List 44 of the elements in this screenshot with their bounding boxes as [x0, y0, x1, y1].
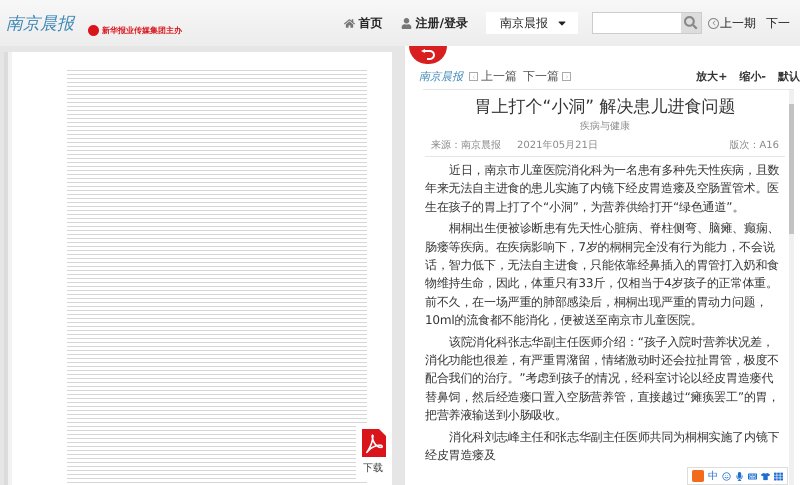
- newspaper-logo: 南京晨报: [6, 12, 74, 34]
- shirt-icon: [761, 472, 770, 480]
- keyboard-icon: [748, 472, 757, 480]
- chevron-left-icon: [469, 72, 478, 81]
- scrollbar[interactable]: [789, 90, 794, 485]
- microphone-icon: [735, 472, 744, 480]
- zoom-link[interactable]: 缩小-: [739, 69, 766, 84]
- section-label: 疾病与健康: [579, 120, 631, 133]
- search-field[interactable]: [592, 12, 702, 34]
- ime-toolbar[interactable]: 中: [687, 467, 788, 485]
- zoom-link[interactable]: 放大+: [696, 69, 728, 84]
- source-text: 来源：南京晨报: [431, 138, 501, 152]
- chevron-left-icon: [708, 18, 719, 28]
- date-text: 2021年05月21日: [517, 139, 598, 152]
- nav-link[interactable]: 首页: [344, 14, 383, 32]
- grid-icon: [774, 472, 783, 480]
- article-paragraph: 消化科刘志峰主任和张志华副主任医师共同为桐桐实施了内镜下经皮胃造瘘及: [425, 428, 780, 464]
- emblem-icon: [88, 24, 99, 36]
- search-button[interactable]: [681, 13, 701, 33]
- zoom-link[interactable]: 默认: [778, 69, 800, 84]
- issue-link[interactable]: 上一期: [708, 14, 756, 32]
- search-icon: [684, 16, 698, 30]
- return-arrow-icon: [421, 49, 435, 61]
- home-icon: [344, 18, 355, 28]
- chevron-right-icon: [562, 72, 571, 81]
- edition-dropdown[interactable]: 南京晨报: [486, 12, 578, 34]
- newspaper-logo: 南京晨报: [419, 69, 463, 84]
- newspaper-page-placeholder[interactable]: [12, 52, 392, 485]
- user-icon: [400, 18, 412, 28]
- page-number: 版次：A16: [729, 139, 779, 152]
- smile-icon: [722, 472, 731, 480]
- article-paragraph: 该院消化科张志华副主任医师介绍：“孩子入院时营养状况差，消化功能也很差，有严重胃潴留，情绪激动时还会拉扯胃管，极度不配合我们的治疗。”考虑到孩子的情况，经科室讨论以经皮胃造瘘代替鼻饲，然后经造瘘口置入空肠营养管，直接越过“瘫痪罢工”的胃，把营养液输送到小肠吸收。: [425, 334, 780, 424]
- article-title: 胃上打个“小洞” 解决患儿进食问题: [473, 96, 737, 118]
- sponsor-text: 新华报业传媒集团主办: [102, 24, 182, 36]
- pdf-icon: [360, 429, 386, 457]
- nav-link[interactable]: 注册/登录: [400, 14, 468, 32]
- ime-logo-icon: [692, 470, 704, 482]
- next-article-link[interactable]: 下一篇: [523, 68, 571, 85]
- back-button[interactable]: [409, 46, 447, 64]
- article-paragraph: 桐桐出生便被诊断患有先天性心脏病、脊柱侧弯、脑瘫、癫痫、肠瘘等疾病。在疾病影响下，7岁的桐桐完全没有行为能力，不会说话，智力低下，无法自主进食，只能依靠经鼻插入的胃管打入奶和食物维持生命，因此，体重只有33斤，仅相当于4岁孩子的正常体重。前不久，在一场严重的肺部感染后，桐桐出现严重的胃动力问题，10ml的流食都不能消化，便被送至南京市儿童医院。: [425, 220, 780, 330]
- article-paragraph: 近日，南京市儿童医院消化科为一名患有多种先天性疾病，且数年来无法自主进食的患儿实施了内镜下经皮胃造瘘及空肠置管术。医生在孩子的胃上打了个“小洞”，为营养供给打开“绿色通道”。: [425, 162, 780, 216]
- previous-article-link[interactable]: 上一篇: [469, 68, 517, 85]
- issue-link[interactable]: 下一: [766, 14, 790, 32]
- input-mode-text: 中: [708, 470, 718, 483]
